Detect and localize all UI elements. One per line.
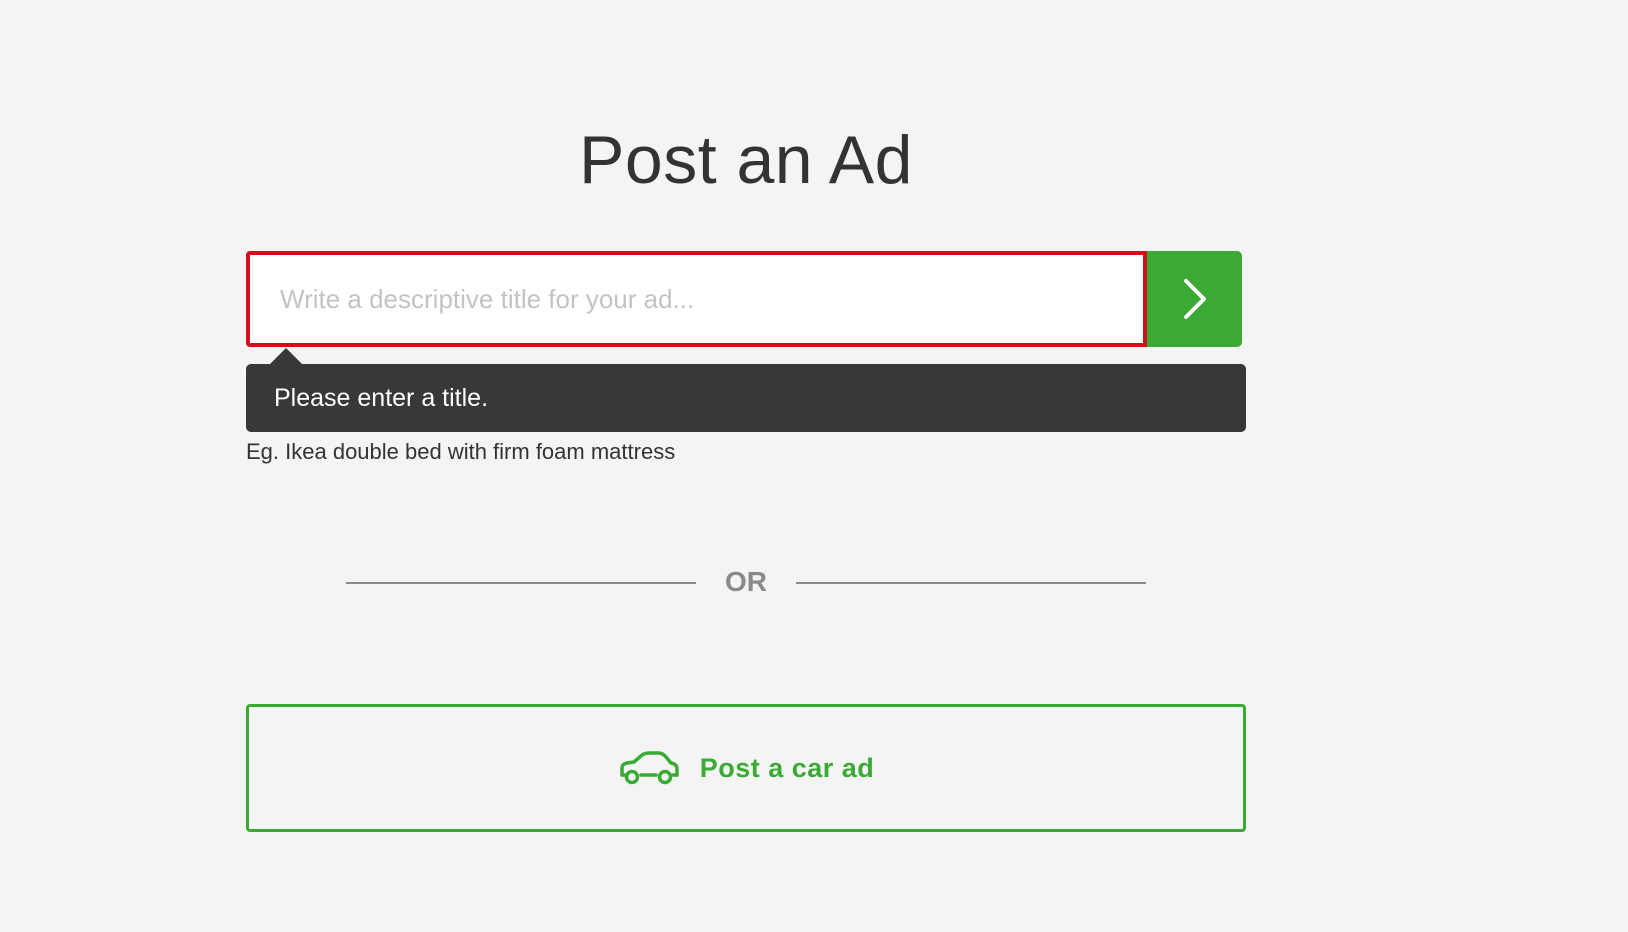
post-car-ad-label: Post a car ad (699, 752, 875, 783)
or-divider: OR (346, 562, 1146, 602)
page-title: Post an Ad (579, 122, 913, 198)
divider-line-right (796, 582, 1146, 584)
divider-line-left (346, 582, 696, 584)
chevron-right-icon (1183, 279, 1206, 319)
next-button[interactable] (1147, 251, 1242, 347)
post-ad-page: Post an Ad Please enter a title. Eg. Ike… (0, 0, 1628, 932)
title-hint: Eg. Ikea double bed with firm foam mattr… (246, 439, 676, 464)
tooltip-arrow (270, 348, 302, 364)
error-message: Please enter a title. (274, 383, 489, 412)
post-car-ad-button[interactable]: Post a car ad (246, 704, 1246, 832)
title-form (246, 251, 1242, 347)
or-label: OR (725, 566, 767, 597)
car-icon (619, 751, 679, 785)
error-tooltip: Please enter a title. (246, 364, 1246, 432)
ad-title-input[interactable] (246, 251, 1147, 347)
